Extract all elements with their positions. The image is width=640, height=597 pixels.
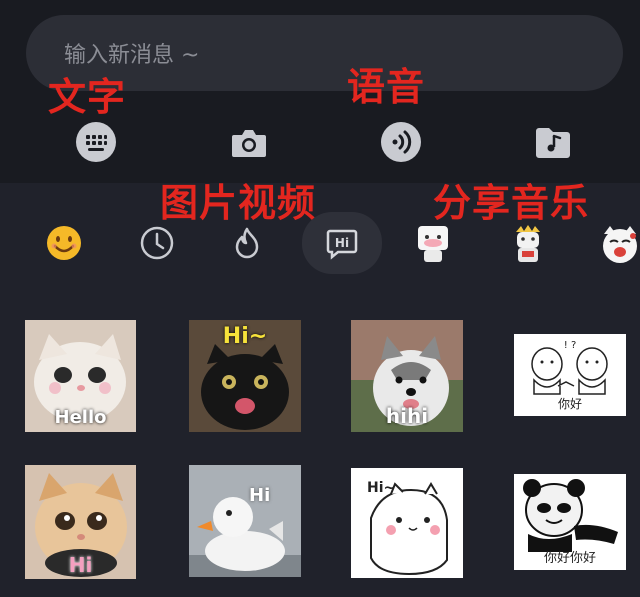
sticker-pack-3-icon: [603, 226, 637, 263]
tab-sticker-pack-3[interactable]: [590, 213, 640, 273]
flame-icon: [235, 227, 259, 259]
sticker-pack-2-icon: [516, 225, 540, 262]
svg-text:! ?: ! ?: [564, 340, 577, 351]
sticker-1-caption: Hello: [54, 407, 107, 428]
message-input-placeholder: 输入新消息 ~: [64, 43, 200, 68]
camera-icon[interactable]: [227, 120, 271, 164]
svg-text:Hi: Hi: [335, 236, 349, 250]
sticker-8[interactable]: 你好你好: [514, 474, 626, 570]
hi-bubble-icon: Hi: [326, 229, 358, 260]
sticker-5[interactable]: Hi: [25, 465, 136, 579]
annotation-text: 文字: [48, 75, 127, 119]
emoji-icon: [47, 226, 81, 260]
sticker-pack-1-icon: [418, 226, 448, 262]
sticker-6[interactable]: Hi: [189, 465, 301, 577]
voice-icon[interactable]: [379, 120, 423, 164]
tab-hot[interactable]: [217, 213, 277, 273]
sticker-2-caption: Hi~: [222, 324, 268, 349]
sticker-4-caption: 你好: [557, 397, 582, 411]
tab-emoji[interactable]: [34, 213, 94, 273]
tab-sticker-pack-2[interactable]: [498, 213, 558, 273]
sticker-6-caption: Hi: [249, 485, 271, 506]
composer-area: 输入新消息 ~ 文字 语音: [0, 0, 640, 183]
keyboard-icon[interactable]: [74, 120, 118, 164]
sticker-5-caption: Hi: [68, 553, 93, 577]
tab-recent[interactable]: [127, 213, 187, 273]
sticker-7[interactable]: Hi~: [351, 468, 463, 578]
tab-hi[interactable]: Hi: [302, 212, 382, 274]
sticker-3[interactable]: hihi: [351, 320, 463, 432]
tab-sticker-pack-1[interactable]: [403, 213, 463, 273]
rubber-duck-sticker-image: [189, 465, 301, 577]
clock-icon: [140, 226, 174, 260]
sticker-3-caption: hihi: [385, 404, 429, 428]
sticker-2[interactable]: Hi~: [189, 320, 301, 432]
music-folder-icon[interactable]: [531, 120, 575, 164]
sticker-8-caption: 你好你好: [543, 551, 596, 566]
sticker-4[interactable]: ! ? 你好: [514, 334, 626, 416]
sticker-1[interactable]: Hello: [25, 320, 136, 432]
sticker-7-caption: Hi~: [367, 480, 396, 496]
annotation-voice: 语音: [347, 65, 426, 109]
